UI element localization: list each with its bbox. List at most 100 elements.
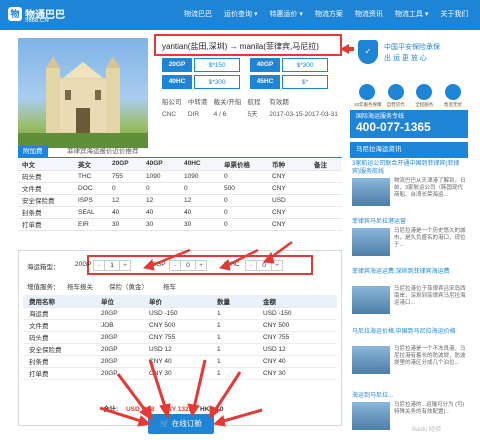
column-header: 备注 [310,158,342,171]
container-count-label: 海运箱型： [27,264,60,271]
table-cell: 40 [180,206,220,219]
table-cell: CNY [268,182,310,195]
decrement-button[interactable]: - [94,261,104,270]
increment-button[interactable]: + [196,261,206,270]
site-logo[interactable]: 物 物通巴巴 5688.CN [8,4,66,26]
logo-icon: 物 [8,7,22,21]
badge-icon [416,84,433,100]
order-summary-table: 费用名称 单位 单价 数量 金额 海运费 20GP USD -150 1 USD -15… [23,295,337,380]
service-badge: 10年服务保障 [354,84,382,108]
table-cell: CNY 30 [143,367,211,380]
nav-item-news[interactable]: 物流资讯 [349,0,389,30]
price-value-45hc: $* [282,75,328,89]
value-validity: 2017-03-15-2017-03-31 [269,111,338,118]
nav-item-rate-query[interactable]: 运价查询 ▾ [218,0,263,30]
decrement-button[interactable]: - [170,261,180,270]
table-row: 文件费 DOC 0 0 0 500 CNY [18,182,342,195]
table-cell: 30 [180,218,220,231]
nav-item-special-rates[interactable]: 特惠运价 ▾ [263,0,308,30]
label-transit-port: 中转港 [187,99,208,106]
column-header: 20GP [108,158,142,171]
quantity-value[interactable]: 0 [256,261,272,270]
news-item-title[interactable]: 3家航运公司联合开通中国到菲律宾(菲律宾)服务航线 [350,160,468,176]
table-cell: 安全保险费 [18,194,74,207]
table-cell: 打单费 [18,218,74,231]
nav-item-home[interactable]: 物流巴巴 [178,0,218,30]
table-cell: 755 [108,170,142,183]
news-item[interactable]: 马尼拉海运价格,中国到马尼拉海运价格 马尼拉港是一个不冻良港，马尼拉港有着长的防… [350,328,468,384]
table-cell: 封条费 [23,355,95,368]
nav-item-tools[interactable]: 物流工具 ▾ [389,0,434,30]
news-item-title[interactable]: 海运到马尼拉... [350,392,468,400]
table-cell: 0 [220,206,268,219]
table-cell: 1 [211,331,257,344]
column-header: 单价 [143,295,211,308]
badge-icon [387,84,404,100]
increment-button[interactable]: + [120,261,130,270]
table-cell: 1090 [180,170,220,183]
option-insurance[interactable]: 保险（黄金） [109,281,148,291]
logo-domain: 5688.CN [25,18,49,24]
table-cell [310,170,342,183]
surcharge-table: 中文 英文 20GP 40GP 40HC 单票价格 币种 备注 码头费 THC 75… [18,158,342,231]
option-customs-trucking[interactable]: 拖车报关 [67,281,93,291]
table-cell: CNY 30 [257,367,337,380]
increment-button[interactable]: + [272,261,282,270]
news-thumbnail [352,286,390,314]
news-item[interactable]: 菲律宾海运运费,深圳到菲律宾海运费 马尼拉港位于菲律宾吕宋岛西南岸，深圳到菲律宾… [350,268,468,320]
hotline-number[interactable]: 400-077-1365 [356,120,431,134]
table-header-row: 费用名称 单位 单价 数量 金额 [23,295,337,308]
news-item[interactable]: 菲律宾马尼拉港运营 马尼拉港是一个历史悠久的城市，是久负盛名的港口，现位于... [350,218,468,270]
table-row: 码头费 THC 755 1090 1090 0 CNY [18,170,342,183]
table-cell: 0 [220,218,268,231]
news-item[interactable]: 海运到马尼拉... 马尼拉港的...运输可分为 (可)特殊关务的有效配置)... [350,392,468,440]
quantity-value[interactable]: 0 [180,261,196,270]
table-cell: 30 [142,218,180,231]
table-cell: CNY 755 [143,331,211,344]
news-thumbnail [352,178,390,206]
table-row: 打单费 EIR 30 30 30 0 CNY [18,218,342,231]
order-totals: 合计: USD -138 CNY 1325 HKD : 0 [103,403,230,413]
table-cell: USD [268,194,310,207]
decrement-button[interactable]: - [246,261,256,270]
table-cell: USD 12 [143,343,211,356]
quantity-value[interactable]: 1 [104,261,120,270]
total-hkd: HKD : 0 [200,406,224,413]
table-cell: 40 [142,206,180,219]
table-cell: 文件费 [18,182,74,195]
main-nav: 物流巴巴 运价查询 ▾ 特惠运价 ▾ 物流方案 物流资讯 物流工具 ▾ 关于我们 [178,0,474,30]
service-badge: 全程服务 [411,84,437,108]
news-header: 马尼拉海运资讯 [350,142,468,158]
news-item-title[interactable]: 马尼拉海运价格,中国到马尼拉海运价格 [350,328,468,336]
news-item-text: 物流巴巴从天津港了解到，日前，3家航运公司（韩国现代商船、台湾长荣海运... [394,178,466,198]
news-thumbnail [352,402,390,430]
table-cell: 20GP [95,331,143,344]
online-booking-button[interactable]: 🛒 在线订舱 [148,414,214,434]
tab-surcharges[interactable]: 附加费 [18,146,48,158]
value-added-label: 增值服务： [27,284,60,291]
price-type-20gp: 20GP [162,58,192,72]
table-cell: 1090 [142,170,180,183]
news-item[interactable]: 3家航运公司联合开通中国到菲律宾(菲律宾)服务航线 物流巴巴从天津港了解到，日前… [350,160,468,212]
table-cell: 0 [180,182,220,195]
table-cell: 码头费 [23,331,95,344]
top-header: 物 物通巴巴 5688.CN 物流巴巴 运价查询 ▾ 特惠运价 ▾ 物流方案 物… [0,0,480,30]
guarantee-title: 中国平安保险承保 [384,44,440,51]
nav-item-solutions[interactable]: 物流方案 [309,0,349,30]
table-cell: 40 [108,206,142,219]
table-cell: 1 [211,319,257,332]
news-item-title[interactable]: 菲律宾马尼拉港运营 [350,218,468,226]
news-item-title[interactable]: 菲律宾海运运费,深圳到菲律宾海运费 [350,268,468,276]
option-trucking[interactable]: 拖车 [163,281,176,291]
quantity-stepper-40hc: - 0 + [245,260,283,271]
table-cell: CNY 500 [257,319,337,332]
nav-item-about[interactable]: 关于我们 [434,0,474,30]
table-cell: 30 [108,218,142,231]
tab-recommended-rates[interactable]: 菲律宾海运报价近价推荐 [62,146,144,158]
shield-icon: ✓ [358,40,378,64]
book-button-label: 在线订舱 [171,419,202,428]
stepper-label-40gp: 40GP [149,261,166,268]
badge-icon [444,84,461,100]
table-row: 封条费 SEAL 40 40 40 0 CNY [18,206,342,219]
value-cutoff: 4 / 6 [213,111,227,118]
